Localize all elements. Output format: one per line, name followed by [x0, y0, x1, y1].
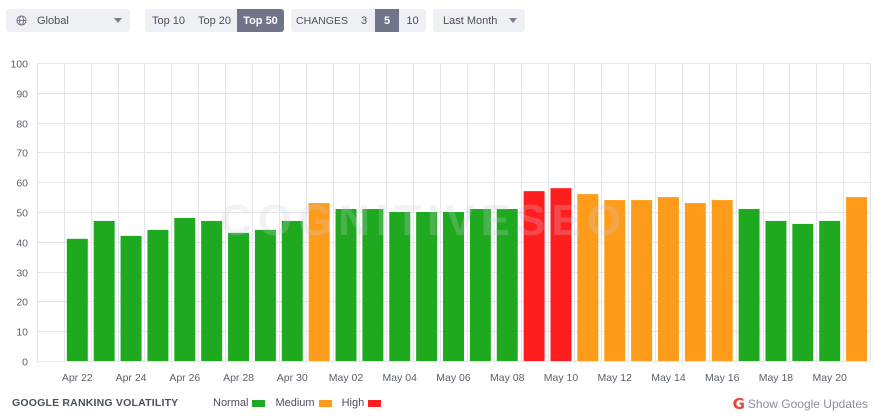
- bar-normal[interactable]: [335, 209, 357, 361]
- x-tick-label: May 04: [383, 372, 418, 384]
- x-tick-label: May 18: [759, 372, 794, 384]
- x-tick-label: May 02: [329, 372, 364, 384]
- legend-label-medium: Medium: [275, 397, 315, 409]
- bar-normal[interactable]: [792, 223, 814, 361]
- bar-normal[interactable]: [93, 220, 115, 361]
- y-tick-label: 60: [16, 178, 28, 190]
- bar-normal[interactable]: [147, 229, 169, 361]
- y-tick-label: 90: [16, 89, 28, 101]
- x-tick-label: May 14: [651, 372, 686, 384]
- y-tick-label: 20: [16, 297, 28, 309]
- x-tick-label: Apr 30: [277, 372, 308, 384]
- bar-medium[interactable]: [657, 197, 679, 361]
- bar-normal[interactable]: [389, 212, 411, 361]
- bar-normal[interactable]: [66, 238, 88, 361]
- y-tick-label: 100: [10, 59, 28, 71]
- x-tick-label: Apr 28: [223, 372, 254, 384]
- x-tick-label: Apr 26: [169, 372, 200, 384]
- google-icon: G: [732, 395, 745, 413]
- x-tick-label: May 08: [490, 372, 525, 384]
- y-axis: 0 10 20 30 40 50 60 70 80 90 100: [10, 59, 28, 369]
- y-tick-label: 80: [16, 119, 28, 131]
- bar-normal[interactable]: [362, 209, 384, 361]
- y-tick-label: 30: [16, 268, 28, 280]
- x-tick-label: May 16: [705, 372, 740, 384]
- bar-medium[interactable]: [846, 197, 868, 361]
- bar-normal[interactable]: [174, 217, 196, 361]
- bar-normal[interactable]: [201, 220, 223, 361]
- x-tick-label: May 10: [544, 372, 579, 384]
- chart-footer: GOOGLE RANKING VOLATILITY Normal Medium …: [0, 392, 880, 414]
- show-google-updates-label: Show Google Updates: [747, 397, 868, 411]
- y-tick-label: 0: [22, 357, 28, 369]
- bar-normal[interactable]: [738, 209, 760, 361]
- bar-medium[interactable]: [577, 194, 599, 361]
- x-tick-label: May 12: [598, 372, 633, 384]
- bar-normal[interactable]: [281, 220, 303, 361]
- legend-swatch-medium: [318, 399, 332, 407]
- legend-label-normal: Normal: [213, 397, 249, 409]
- bar-normal[interactable]: [228, 232, 250, 361]
- y-tick-label: 70: [16, 148, 28, 160]
- bar-normal[interactable]: [469, 209, 491, 361]
- legend-swatch-normal: [252, 399, 266, 407]
- bar-normal[interactable]: [496, 209, 518, 361]
- legend-swatch-high: [368, 399, 382, 407]
- legend: Normal Medium High: [213, 397, 391, 409]
- bar-normal[interactable]: [416, 212, 438, 361]
- x-tick-label: May 06: [436, 372, 471, 384]
- bar-medium[interactable]: [604, 200, 626, 361]
- chart-title: GOOGLE RANKING VOLATILITY: [12, 397, 179, 409]
- bar-normal[interactable]: [819, 220, 841, 361]
- legend-item-high: High: [342, 397, 382, 409]
- bar-high[interactable]: [550, 188, 572, 361]
- bar-medium[interactable]: [711, 200, 733, 361]
- x-tick-label: May 20: [812, 372, 847, 384]
- y-tick-label: 10: [16, 327, 28, 339]
- y-tick-label: 50: [16, 208, 28, 220]
- bar-normal[interactable]: [765, 220, 787, 361]
- x-axis: Apr 22 Apr 24 Apr 26 Apr 28 Apr 30 May 02 May …: [62, 372, 847, 384]
- show-google-updates-button[interactable]: G Show Google Updates: [733, 395, 868, 413]
- chart-bars: [66, 188, 868, 361]
- bar-normal[interactable]: [254, 229, 276, 361]
- legend-label-high: High: [341, 397, 365, 409]
- bar-medium[interactable]: [684, 203, 706, 361]
- x-tick-label: Apr 24: [116, 372, 147, 384]
- bar-high[interactable]: [523, 191, 545, 361]
- legend-item-normal: Normal: [213, 397, 266, 409]
- bar-normal[interactable]: [443, 212, 464, 361]
- legend-item-medium: Medium: [275, 397, 332, 409]
- y-tick-label: 40: [16, 238, 28, 250]
- volatility-chart: 0102030405060708090100 Apr 22 Apr 24 Apr 2…: [10, 59, 871, 384]
- x-tick-label: Apr 22: [62, 372, 93, 384]
- bar-medium[interactable]: [631, 200, 653, 361]
- bar-medium[interactable]: [308, 203, 330, 361]
- bar-normal[interactable]: [120, 235, 142, 361]
